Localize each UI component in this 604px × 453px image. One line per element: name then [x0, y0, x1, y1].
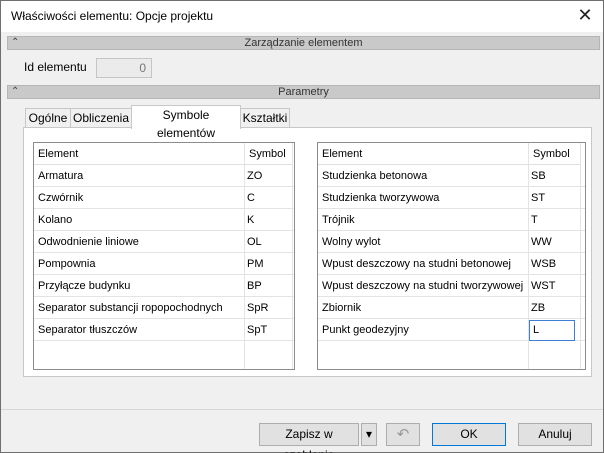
title-bar: Właściwości elementu: Opcje projektu ✕: [1, 1, 603, 32]
element-name-cell: Wpust deszczowy na studni betonowej: [322, 258, 511, 270]
element-name-cell: Separator tłuszczów: [38, 324, 138, 336]
element-name-cell: Armatura: [38, 170, 84, 182]
table-row[interactable]: Separator tłuszczów SpT: [34, 319, 294, 341]
element-name-cell: Studzienka tworzywowa: [322, 192, 440, 204]
tab-calculations[interactable]: Obliczenia: [70, 108, 132, 128]
table-row[interactable]: Studzienka betonowa SB: [318, 165, 585, 187]
close-icon[interactable]: ✕: [573, 5, 597, 27]
section-title-parameters: Parametry: [278, 86, 329, 98]
tab-fittings[interactable]: Kształtki: [240, 108, 290, 128]
table-row[interactable]: Wolny wylot WW: [318, 231, 585, 253]
table-row[interactable]: Wpust deszczowy na studni betonowej WSB: [318, 253, 585, 275]
element-name-cell: Kolano: [38, 214, 73, 226]
symbol-cell[interactable]: SB: [531, 165, 579, 187]
column-header-element[interactable]: Element: [34, 143, 245, 165]
left-symbol-table: Element Symbol Armatura ZO Czwórnik C Kolano…: [33, 142, 295, 370]
symbol-cell[interactable]: C: [247, 187, 291, 209]
table-row[interactable]: Studzienka tworzywowa ST: [318, 187, 585, 209]
id-field[interactable]: 0: [96, 58, 152, 78]
symbol-cell[interactable]: OL: [247, 231, 291, 253]
symbol-cell[interactable]: SpR: [247, 297, 291, 319]
tab-element-symbols[interactable]: Symbole elementów: [131, 105, 241, 140]
window-title: Właściwości elementu: Opcje projektu: [11, 9, 214, 23]
table-row[interactable]: Wpust deszczowy na studni tworzywowej WST: [318, 275, 585, 297]
element-name-cell: Wolny wylot: [322, 236, 381, 248]
table-row[interactable]: Odwodnienie liniowe OL: [34, 231, 294, 253]
element-name-cell: Trójnik: [322, 214, 355, 226]
tab-panel-symbols: Element Symbol Armatura ZO Czwórnik C Kolano…: [23, 127, 592, 377]
column-header-symbol[interactable]: Symbol: [529, 143, 581, 165]
symbol-cell[interactable]: WSB: [531, 253, 579, 275]
cancel-button[interactable]: Anuluj: [518, 423, 592, 446]
symbol-cell[interactable]: WW: [531, 231, 579, 253]
tab-general[interactable]: Ogólne: [25, 108, 71, 128]
symbol-cell[interactable]: BP: [247, 275, 291, 297]
right-symbol-table: Element Symbol Studzienka betonowa SB Stud…: [317, 142, 586, 370]
table-row[interactable]: Zbiornik ZB: [318, 297, 585, 319]
symbol-cell[interactable]: WST: [531, 275, 579, 297]
column-header-element[interactable]: Element: [318, 143, 529, 165]
undo-icon[interactable]: ↶: [386, 423, 420, 446]
symbol-cell[interactable]: K: [247, 209, 291, 231]
symbol-cell[interactable]: ZO: [247, 165, 291, 187]
element-name-cell: Separator substancji ropopochodnych: [38, 302, 223, 314]
id-label: Id elementu: [24, 60, 87, 74]
symbol-cell[interactable]: ZB: [531, 297, 579, 319]
ok-button[interactable]: OK: [432, 423, 506, 446]
section-title-management: Zarządzanie elementem: [244, 37, 363, 49]
column-header-symbol[interactable]: Symbol: [245, 143, 293, 165]
table-row[interactable]: Przyłącze budynku BP: [34, 275, 294, 297]
section-header-management[interactable]: ⌃ Zarządzanie elementem: [7, 36, 600, 50]
table-row[interactable]: Trójnik T: [318, 209, 585, 231]
element-name-cell: Odwodnienie liniowe: [38, 236, 139, 248]
symbol-edit-field[interactable]: L: [529, 320, 575, 341]
table-row[interactable]: Kolano K: [34, 209, 294, 231]
table-row[interactable]: Punkt geodezyjny L: [318, 319, 585, 341]
dialog-window: Właściwości elementu: Opcje projektu ✕ ⌃…: [0, 0, 604, 453]
table-row[interactable]: Separator substancji ropopochodnych SpR: [34, 297, 294, 319]
symbol-cell[interactable]: T: [531, 209, 579, 231]
element-name-cell: Wpust deszczowy na studni tworzywowej: [322, 280, 524, 292]
footer-divider: [1, 409, 603, 410]
table-row[interactable]: Pompownia PM: [34, 253, 294, 275]
element-name-cell: Pompownia: [38, 258, 96, 270]
element-name-cell: Punkt geodezyjny: [322, 324, 409, 336]
element-name-cell: Przyłącze budynku: [38, 280, 131, 292]
section-header-parameters[interactable]: ⌃ Parametry: [7, 85, 600, 99]
chevron-down-icon[interactable]: ▾: [361, 423, 377, 446]
element-name-cell: Studzienka betonowa: [322, 170, 428, 182]
symbol-cell[interactable]: PM: [247, 253, 291, 275]
table-row[interactable]: Armatura ZO: [34, 165, 294, 187]
symbol-cell[interactable]: SpT: [247, 319, 291, 341]
symbol-cell[interactable]: ST: [531, 187, 579, 209]
save-in-template-button[interactable]: Zapisz w szablonie: [259, 423, 359, 453]
element-name-cell: Zbiornik: [322, 302, 362, 314]
element-name-cell: Czwórnik: [38, 192, 84, 204]
table-row[interactable]: Czwórnik C: [34, 187, 294, 209]
